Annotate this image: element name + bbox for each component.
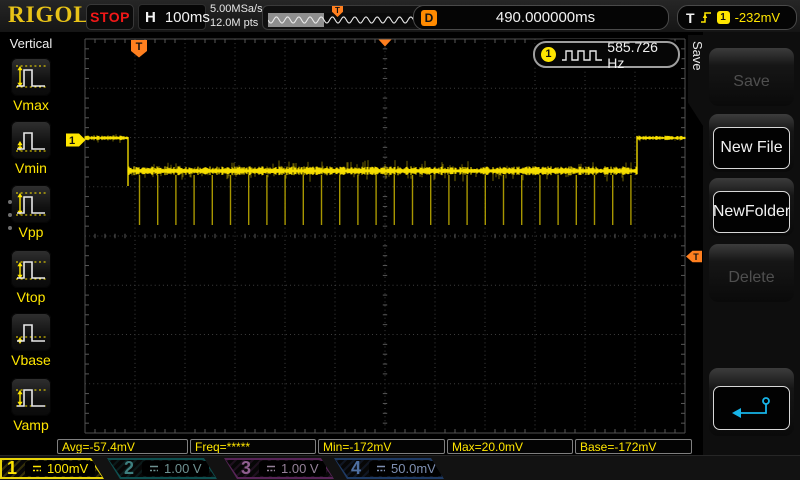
channel-2-scale: 1.00 V bbox=[164, 461, 202, 476]
menu-item-vtop[interactable]: Vtop bbox=[0, 250, 62, 305]
square-wave-icon bbox=[561, 49, 602, 61]
menu-item-label: Vbase bbox=[11, 352, 51, 368]
scope-display: T T 1 bbox=[62, 32, 703, 455]
channel-1-scale-pill: 100mV bbox=[25, 461, 95, 476]
channel-3-scale-pill: 1.00 V bbox=[259, 461, 326, 476]
h-label: H bbox=[145, 8, 156, 26]
delete-button: Delete bbox=[728, 269, 775, 286]
back-button-slot bbox=[709, 368, 794, 436]
frequency-counter: 1 585.726 Hz bbox=[533, 38, 680, 71]
dc-coupling-icon bbox=[266, 464, 276, 473]
brand-logo: RIGOL bbox=[8, 2, 90, 27]
vmin-icon-box bbox=[11, 121, 51, 159]
menu-item-label: Vamp bbox=[13, 417, 49, 433]
vmax-icon-box bbox=[11, 58, 51, 96]
return-arrow-icon bbox=[731, 397, 770, 418]
save-button: Save bbox=[733, 73, 770, 90]
menu-button-slot: Delete bbox=[709, 244, 794, 302]
oscilloscope-screen: RIGOL STOP H 100ms 5.00MSa/s 12.0M pts T… bbox=[0, 0, 800, 480]
channel-3-indicator[interactable]: 3 1.00 V bbox=[224, 458, 334, 479]
newfolder-button[interactable]: NewFolder bbox=[713, 191, 790, 233]
acquisition-info: 5.00MSa/s 12.0M pts bbox=[210, 2, 263, 30]
left-menu: Vertical Vmax Vmin Vpp Vtop Vbase Vamp bbox=[0, 32, 62, 455]
measurement-base: Base=-172mV bbox=[575, 439, 692, 454]
vtop-icon bbox=[16, 261, 46, 280]
menu-button-slot: Save bbox=[709, 48, 794, 106]
vtop-icon-box bbox=[11, 250, 51, 288]
timebase-value: 100ms bbox=[164, 8, 210, 26]
svg-text:T: T bbox=[136, 41, 143, 53]
trigger-readout: T 1 -232mV bbox=[677, 5, 797, 30]
svg-text:1: 1 bbox=[69, 135, 75, 147]
channel-2-indicator[interactable]: 2 1.00 V bbox=[107, 458, 217, 479]
back-button[interactable] bbox=[713, 386, 790, 430]
channel-4-number: 4 bbox=[351, 458, 362, 478]
channel-1-scale: 100mV bbox=[47, 461, 89, 476]
channel-4-content: 4 50.0mV bbox=[334, 458, 444, 479]
delay-readout: D 490.000000ms bbox=[413, 5, 669, 30]
trigger-level-value: -232mV bbox=[734, 10, 781, 25]
channel-2-content: 2 1.00 V bbox=[107, 458, 217, 479]
channel-1-content: 1 100mV bbox=[0, 458, 104, 479]
horizontal-timebase-box[interactable]: H 100ms bbox=[138, 4, 210, 30]
channel-3-content: 3 1.00 V bbox=[224, 458, 334, 479]
rising-edge-icon bbox=[700, 12, 711, 23]
graticule bbox=[62, 32, 703, 455]
channel-4-indicator[interactable]: 4 50.0mV bbox=[334, 458, 444, 479]
channel-2-number: 2 bbox=[124, 458, 135, 478]
vamp-icon bbox=[16, 389, 46, 407]
channel-2-scale-pill: 1.00 V bbox=[142, 461, 209, 476]
vpp-icon-box bbox=[11, 185, 51, 223]
measurement-min: Min=-172mV bbox=[318, 439, 445, 454]
run-stop-status[interactable]: STOP bbox=[86, 4, 134, 30]
top-bar: RIGOL STOP H 100ms 5.00MSa/s 12.0M pts T… bbox=[0, 0, 800, 33]
measurement-max: Max=20.0mV bbox=[447, 439, 573, 454]
menu-item-label: Vmin bbox=[15, 160, 47, 176]
trigger-source-badge: 1 bbox=[716, 11, 730, 24]
dc-coupling-icon bbox=[376, 464, 386, 473]
vmax-icon bbox=[16, 65, 46, 88]
menu-button-slot: New File bbox=[709, 114, 794, 172]
measurement-freq: Freq=***** bbox=[190, 439, 316, 454]
menu-item-label: Vmax bbox=[13, 97, 49, 113]
counter-channel-badge: 1 bbox=[541, 47, 556, 62]
vbase-icon bbox=[16, 324, 46, 344]
sample-rate: 5.00MSa/s bbox=[210, 3, 263, 15]
menu-item-vamp[interactable]: Vamp bbox=[0, 378, 62, 433]
vbase-icon-box bbox=[11, 313, 51, 351]
frequency-value: 585.726 Hz bbox=[607, 38, 658, 71]
measurement-avg: Avg=-57.4mV bbox=[57, 439, 188, 454]
right-menu-panel: Save Save New File NewFolder Delete bbox=[688, 32, 800, 455]
menu-item-vmax[interactable]: Vmax bbox=[0, 58, 62, 113]
svg-text:T: T bbox=[693, 252, 699, 262]
channel-3-scale: 1.00 V bbox=[281, 461, 319, 476]
delay-value: 490.000000ms bbox=[495, 9, 596, 26]
dc-coupling-icon bbox=[32, 464, 42, 473]
menu-button-slot: NewFolder bbox=[709, 178, 794, 236]
vmin-icon bbox=[16, 132, 46, 152]
status-bar: 1 100mV 2 1.00 V 3 1.00 V 4 50.0mV bbox=[0, 455, 800, 480]
vpp-icon bbox=[16, 192, 46, 216]
channel-1-number: 1 bbox=[7, 458, 18, 478]
channel-3-number: 3 bbox=[241, 458, 252, 478]
channel-4-scale-pill: 50.0mV bbox=[369, 461, 443, 476]
new-file-button[interactable]: New File bbox=[713, 127, 790, 169]
trigger-label: T bbox=[686, 9, 695, 26]
menu-item-label: Vtop bbox=[16, 289, 46, 305]
delay-icon: D bbox=[421, 9, 437, 26]
vamp-icon-box bbox=[11, 378, 51, 416]
menu-item-vbase[interactable]: Vbase bbox=[0, 313, 62, 368]
menu-title: Vertical bbox=[9, 36, 53, 51]
dc-coupling-icon bbox=[149, 464, 159, 473]
channel-1-indicator[interactable]: 1 100mV bbox=[0, 458, 104, 479]
menu-scroll-indicator bbox=[8, 200, 12, 239]
memory-depth: 12.0M pts bbox=[210, 17, 259, 29]
channel-4-scale: 50.0mV bbox=[391, 461, 436, 476]
menu-item-vmin[interactable]: Vmin bbox=[0, 121, 62, 176]
